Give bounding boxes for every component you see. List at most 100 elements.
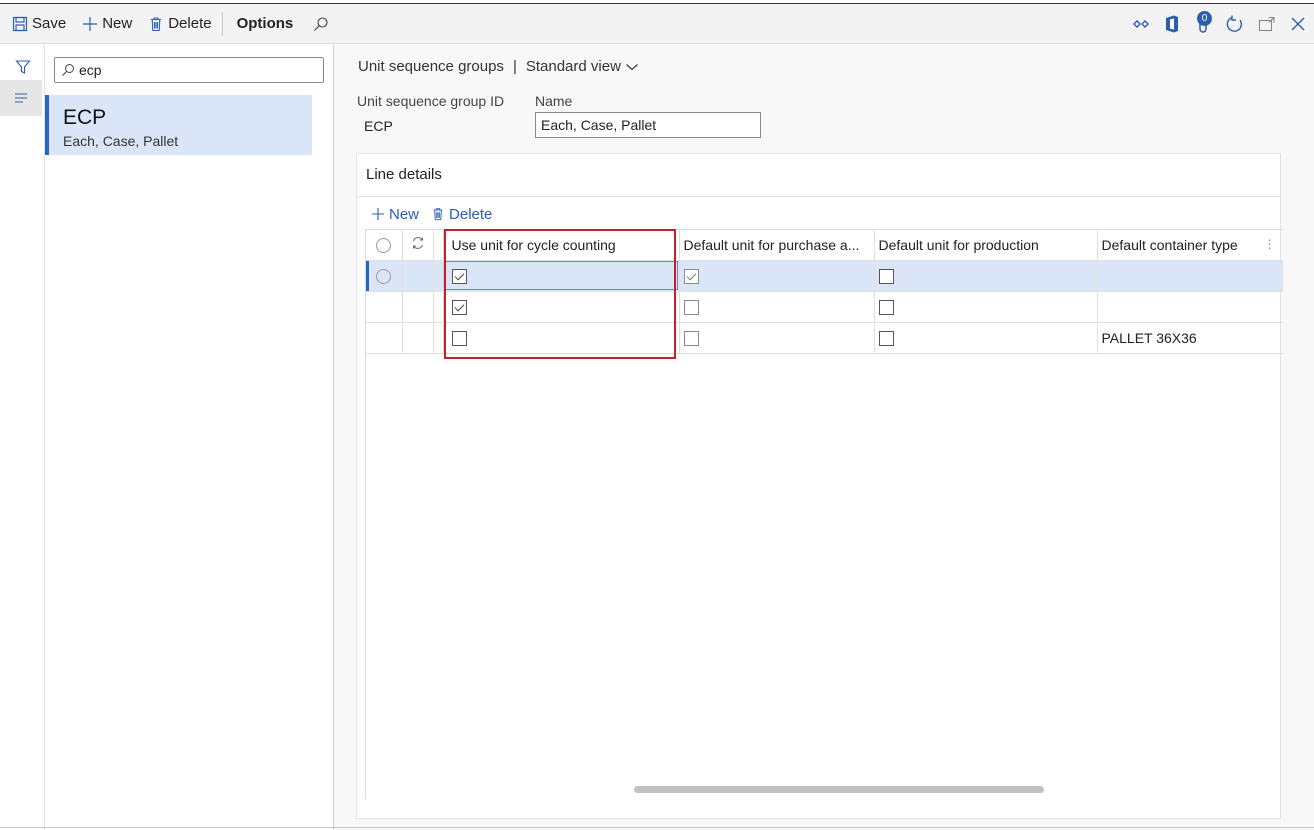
row-grip [433, 291, 444, 323]
production-unit-cell[interactable] [874, 322, 1098, 354]
grid-toolbar: New Delete [371, 203, 492, 225]
power-apps-icon[interactable] [1132, 17, 1150, 31]
page-title: Unit sequence groups [358, 58, 504, 75]
table-row[interactable]: PALLET 36X36 [366, 322, 1283, 354]
line-details-header[interactable]: Line details [357, 154, 1280, 197]
production-unit-cell[interactable] [874, 260, 1098, 292]
group-id-value: ECP [364, 118, 393, 134]
production-unit-cell-checkbox[interactable] [878, 268, 894, 284]
cycle-counting-cell-checkbox[interactable] [451, 330, 467, 346]
column-header-cycle-counting[interactable]: Use unit for cycle counting [443, 230, 680, 261]
cycle-counting-cell-checkbox[interactable] [451, 299, 467, 315]
new-button[interactable]: New [72, 4, 138, 44]
view-selector[interactable]: Standard view [526, 58, 639, 75]
column-header-container-label: Default container type [1101, 236, 1238, 253]
line-details-section: Line details New Delete Use unit for cyc… [356, 153, 1283, 819]
purchase-unit-cell-checkbox[interactable] [683, 330, 699, 346]
name-label: Name [535, 93, 573, 109]
purchase-unit-cell[interactable] [679, 260, 875, 292]
office-icon[interactable] [1164, 15, 1180, 33]
row-grip [433, 260, 444, 292]
list-pane: ecp ECP Each, Case, Pallet [45, 45, 334, 830]
container-type-cell[interactable]: PALLET 36X36 [1097, 322, 1283, 354]
breadcrumb-separator: | [512, 58, 517, 75]
name-field[interactable]: Each, Case, Pallet [535, 112, 761, 138]
list-item-title: ECP [63, 106, 107, 129]
notifications-button[interactable]: 0 [1194, 11, 1212, 34]
list-item[interactable]: ECP Each, Case, Pallet [45, 95, 312, 155]
window-bottom-border [0, 827, 1314, 828]
grid-header-row: Use unit for cycle counting Default unit… [366, 230, 1283, 261]
left-rail [0, 45, 45, 830]
search-input[interactable]: ecp [54, 57, 324, 83]
breadcrumb: Unit sequence groups | Standard view [358, 58, 639, 75]
column-header-purchase[interactable]: Default unit for purchase a... [679, 230, 875, 261]
column-header-container-type[interactable]: Default container type ⋮ [1097, 230, 1283, 261]
cycle-counting-cell[interactable] [443, 260, 680, 292]
list-item-subtitle: Each, Case, Pallet [63, 133, 179, 149]
view-name: Standard view [525, 58, 621, 75]
search-icon [62, 64, 74, 76]
filter-icon [14, 60, 31, 74]
window-controls: 0 [1132, 4, 1306, 44]
cycle-counting-cell[interactable] [443, 322, 680, 354]
container-type-cell[interactable] [1097, 291, 1283, 323]
row-spacer [402, 322, 434, 354]
options-tab[interactable]: Options [227, 4, 304, 44]
open-new-window-icon[interactable] [1258, 16, 1276, 32]
notification-count-badge: 0 [1197, 11, 1212, 26]
list-icon [15, 93, 27, 103]
details-pane: Unit sequence groups | Standard view Uni… [334, 45, 1314, 830]
table-row[interactable] [366, 260, 1283, 292]
list-pane-button[interactable] [0, 80, 42, 116]
row-select-radio[interactable] [366, 291, 403, 323]
chevron-down-icon [626, 63, 638, 70]
line-new-label: New [389, 205, 420, 223]
delete-label: Delete [168, 15, 212, 32]
production-unit-cell-checkbox[interactable] [878, 330, 894, 346]
table-row[interactable] [366, 291, 1283, 323]
line-delete-label: Delete [449, 205, 493, 223]
save-button[interactable]: Save [0, 4, 72, 44]
row-select-radio[interactable] [366, 260, 403, 292]
delete-button[interactable]: Delete [138, 4, 217, 44]
row-grip [433, 322, 444, 354]
purchase-unit-cell-checkbox[interactable] [683, 299, 699, 315]
production-unit-cell[interactable] [874, 291, 1098, 323]
row-spacer [402, 291, 434, 323]
trash-icon [433, 208, 443, 221]
trash-icon [151, 16, 162, 31]
cycle-counting-cell-checkbox[interactable] [451, 268, 467, 284]
column-grip [433, 230, 444, 261]
search-icon [314, 16, 328, 31]
plus-icon [83, 16, 98, 31]
container-type-cell[interactable] [1097, 260, 1283, 292]
column-header-production[interactable]: Default unit for production [874, 230, 1098, 261]
purchase-unit-cell[interactable] [679, 322, 875, 354]
close-icon[interactable] [1290, 16, 1306, 32]
toolbar-divider [221, 11, 223, 36]
grid-refresh-button[interactable] [402, 230, 434, 261]
search-options-button[interactable] [303, 4, 339, 44]
purchase-unit-cell-checkbox[interactable] [683, 268, 699, 284]
plus-icon [372, 208, 384, 220]
row-spacer [402, 260, 434, 292]
line-details-grid: Use unit for cycle counting Default unit… [365, 229, 1283, 799]
line-delete-button[interactable]: Delete [431, 206, 492, 223]
horizontal-scrollbar[interactable] [634, 786, 1044, 793]
select-all-radio[interactable] [366, 230, 403, 261]
action-pane: Save New Delete Options 0 [0, 4, 1314, 44]
row-select-radio[interactable] [366, 322, 403, 354]
save-icon [12, 16, 28, 31]
refresh-icon[interactable] [1226, 15, 1244, 33]
group-id-label: Unit sequence group ID [357, 93, 505, 109]
more-options-icon[interactable]: ⋮ [1264, 237, 1276, 251]
refresh-icon [412, 237, 423, 250]
line-new-button[interactable]: New [371, 206, 419, 223]
purchase-unit-cell[interactable] [679, 291, 875, 323]
production-unit-cell-checkbox[interactable] [878, 299, 894, 315]
search-value: ecp [79, 62, 102, 78]
save-label: Save [32, 15, 67, 32]
cycle-counting-cell[interactable] [443, 291, 680, 323]
new-label: New [102, 15, 133, 32]
